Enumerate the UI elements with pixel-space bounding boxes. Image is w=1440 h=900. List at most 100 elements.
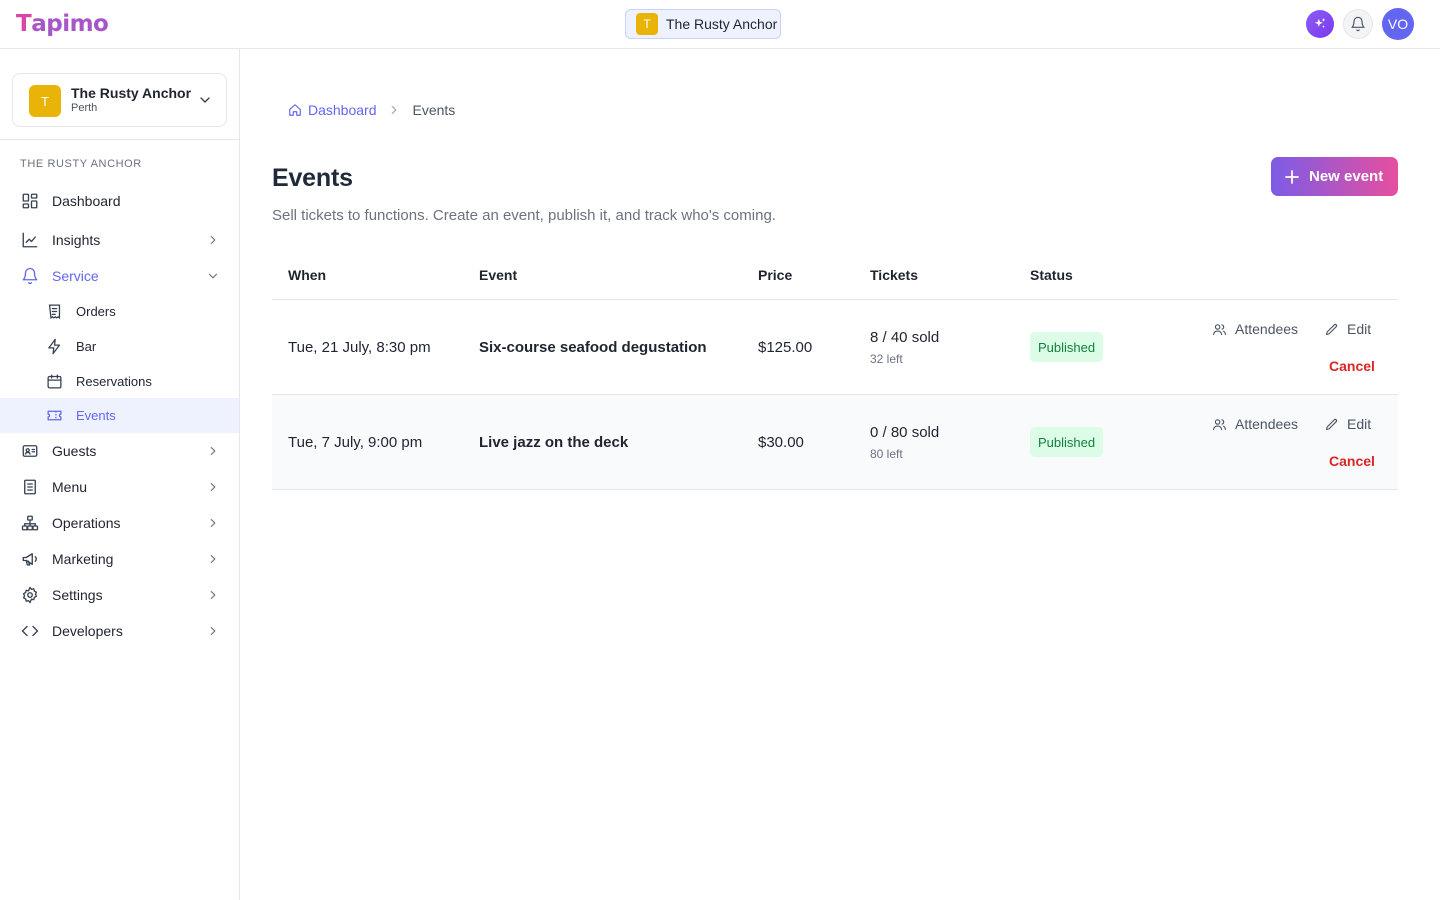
code-icon bbox=[21, 625, 39, 637]
chevron-down-icon bbox=[200, 97, 210, 103]
cancel-event-button[interactable]: Cancel bbox=[1329, 453, 1375, 469]
event-tickets-left: 32 left bbox=[870, 352, 903, 366]
venue-avatar: T bbox=[29, 85, 61, 117]
sidebar-section-label: THE RUSTY ANCHOR bbox=[20, 158, 142, 170]
sidebar-subitem-label: Events bbox=[76, 408, 116, 423]
ai-assistant-button[interactable] bbox=[1306, 10, 1334, 38]
logo-initial: T bbox=[16, 11, 32, 37]
sidebar-item-label: Menu bbox=[52, 479, 88, 495]
user-avatar[interactable]: VO bbox=[1382, 8, 1414, 40]
event-when: Tue, 7 July, 9:00 pm bbox=[288, 434, 423, 451]
event-when: Tue, 21 July, 8:30 pm bbox=[288, 339, 431, 356]
chevron-right-icon bbox=[210, 626, 216, 636]
event-tickets-left: 80 left bbox=[870, 447, 903, 461]
edit-button[interactable]: Edit bbox=[1324, 321, 1371, 337]
chevron-right-icon bbox=[210, 554, 216, 564]
column-header-when[interactable]: When bbox=[288, 267, 326, 283]
plus-icon bbox=[1285, 169, 1299, 184]
users-icon bbox=[1213, 323, 1226, 335]
chevron-right-icon bbox=[210, 482, 216, 492]
menu-book-icon bbox=[24, 479, 36, 495]
column-header-status[interactable]: Status bbox=[1030, 267, 1073, 283]
status-badge: Published bbox=[1030, 427, 1104, 457]
users-icon bbox=[1213, 418, 1226, 430]
sidebar-item-developers[interactable]: Developers bbox=[0, 613, 239, 649]
sidebar-item-settings[interactable]: Settings bbox=[0, 577, 239, 613]
sidebar-subitem-label: Orders bbox=[76, 304, 116, 319]
ticket-icon bbox=[47, 410, 62, 421]
chevron-right-icon bbox=[210, 235, 216, 245]
chevron-down-icon bbox=[208, 273, 218, 279]
sidebar-subitem-bar[interactable]: Bar bbox=[0, 329, 239, 364]
sparkles-icon bbox=[1314, 18, 1326, 29]
column-header-price[interactable]: Price bbox=[758, 267, 792, 283]
sidebar-subitem-label: Bar bbox=[76, 339, 97, 354]
attendees-button[interactable]: Attendees bbox=[1212, 321, 1298, 337]
sidebar-item-label: Marketing bbox=[52, 551, 114, 567]
sidebar-subitem-reservations[interactable]: Reservations bbox=[0, 364, 239, 399]
attendees-button[interactable]: Attendees bbox=[1212, 416, 1298, 432]
sidebar-subitem-events[interactable]: Events bbox=[0, 398, 239, 433]
sidebar-item-guests[interactable]: Guests bbox=[0, 433, 239, 469]
breadcrumb-dashboard-link[interactable]: Dashboard bbox=[308, 102, 377, 118]
new-event-button-label: New event bbox=[1309, 168, 1384, 185]
edit-label: Edit bbox=[1347, 416, 1372, 432]
sidebar-item-label: Guests bbox=[52, 443, 97, 459]
status-badge: Published bbox=[1030, 332, 1104, 362]
chevron-right-icon bbox=[391, 105, 397, 115]
sidebar-item-label: Operations bbox=[52, 515, 121, 531]
table-header: When Event Price Tickets Status bbox=[272, 253, 1398, 300]
sidebar-item-label: Service bbox=[52, 268, 99, 284]
sidebar-item-label: Insights bbox=[52, 232, 101, 248]
event-tickets-sold: 8 / 40 sold bbox=[870, 329, 940, 346]
sidebar-item-menu[interactable]: Menu bbox=[0, 469, 239, 505]
page-subtitle: Sell tickets to functions. Create an eve… bbox=[272, 207, 776, 224]
calendar-icon bbox=[47, 374, 62, 389]
column-header-event[interactable]: Event bbox=[479, 267, 517, 283]
venue-city: Perth bbox=[71, 102, 98, 114]
edit-button[interactable]: Edit bbox=[1324, 416, 1371, 432]
id-card-icon bbox=[22, 445, 38, 457]
pencil-icon bbox=[1325, 418, 1338, 430]
page-title: Events bbox=[272, 164, 353, 192]
sidebar-divider bbox=[0, 139, 239, 140]
sidebar-item-insights[interactable]: Insights bbox=[0, 222, 239, 258]
chevron-right-icon bbox=[210, 446, 216, 456]
notifications-button[interactable] bbox=[1343, 9, 1373, 39]
new-event-button[interactable]: New event bbox=[1271, 157, 1398, 196]
org-chart-icon bbox=[21, 515, 39, 531]
table-row[interactable]: Tue, 21 July, 8:30 pm Six-course seafood… bbox=[272, 300, 1398, 395]
sidebar-subitem-orders[interactable]: Orders bbox=[0, 294, 239, 329]
breadcrumb: Dashboard Events bbox=[288, 100, 455, 120]
attendees-label: Attendees bbox=[1235, 321, 1299, 337]
tapimo-logo[interactable]: Tapimo bbox=[16, 9, 109, 39]
sidebar-item-service[interactable]: Service bbox=[0, 258, 239, 294]
event-price: $125.00 bbox=[758, 339, 813, 356]
event-name[interactable]: Six-course seafood degustation bbox=[479, 339, 707, 356]
venue-chip-name: The Rusty Anchor bbox=[666, 16, 778, 32]
edit-label: Edit bbox=[1347, 321, 1372, 337]
receipt-icon bbox=[48, 304, 61, 320]
chevron-right-icon bbox=[210, 590, 216, 600]
events-table: When Event Price Tickets Status Tue, 21 … bbox=[272, 253, 1398, 490]
venue-chip-avatar: T bbox=[636, 13, 658, 35]
lightning-icon bbox=[48, 338, 61, 355]
event-price: $30.00 bbox=[758, 434, 804, 451]
bell-icon bbox=[22, 267, 38, 285]
sidebar-item-marketing[interactable]: Marketing bbox=[0, 541, 239, 577]
table-row[interactable]: Tue, 7 July, 9:00 pm Live jazz on the de… bbox=[272, 395, 1398, 490]
sidebar-item-operations[interactable]: Operations bbox=[0, 505, 239, 541]
sidebar-item-label: Developers bbox=[52, 623, 123, 639]
venue-switcher-chip[interactable]: T The Rusty Anchor bbox=[625, 9, 781, 39]
cancel-event-button[interactable]: Cancel bbox=[1329, 358, 1375, 374]
column-header-tickets[interactable]: Tickets bbox=[870, 267, 918, 283]
dashboard-icon bbox=[22, 193, 38, 209]
sidebar-item-label: Dashboard bbox=[52, 193, 121, 209]
gear-icon bbox=[22, 586, 38, 604]
chart-line-icon bbox=[22, 232, 38, 248]
megaphone-icon bbox=[22, 553, 37, 566]
venue-selector[interactable]: T The Rusty Anchor Perth bbox=[12, 73, 227, 127]
sidebar-item-label: Settings bbox=[52, 587, 103, 603]
sidebar-item-dashboard[interactable]: Dashboard bbox=[0, 183, 239, 219]
event-name[interactable]: Live jazz on the deck bbox=[479, 434, 628, 451]
